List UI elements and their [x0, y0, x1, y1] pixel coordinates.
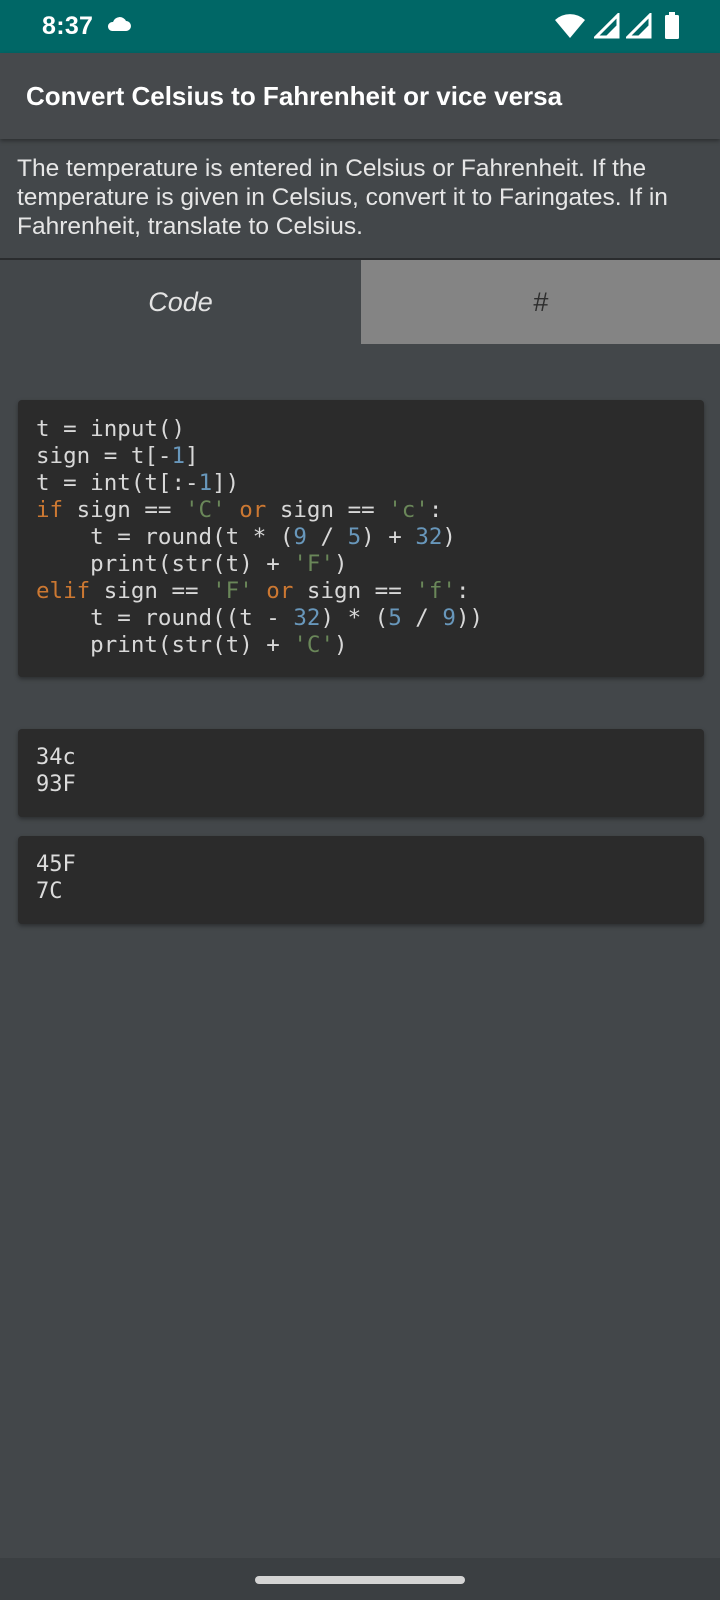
cloud-icon	[107, 17, 131, 31]
code-line: print(str(t) + 'F')	[36, 551, 348, 577]
example-output: 93F	[36, 772, 76, 797]
wifi-icon	[555, 14, 585, 38]
tab-code[interactable]: Code	[0, 260, 361, 344]
page-title: Convert Celsius to Fahrenheit or vice ve…	[26, 81, 563, 111]
code-line: t = round(t * (9 / 5) + 32)	[36, 524, 456, 550]
tab-hash[interactable]: #	[361, 260, 720, 344]
task-description: The temperature is entered in Celsius or…	[17, 155, 668, 240]
navigation-bar	[0, 1558, 720, 1600]
example-input: 45F	[36, 852, 76, 877]
code-line: print(str(t) + 'C')	[36, 632, 348, 658]
battery-icon	[665, 12, 679, 39]
code-line: if sign == 'C' or sign == 'c':	[36, 497, 443, 523]
code-text: t = input() sign = t[-1] t = int(t[:-1])…	[36, 416, 483, 659]
app-bar: Convert Celsius to Fahrenheit or vice ve…	[0, 53, 720, 139]
code-block: t = input() sign = t[-1] t = int(t[:-1])…	[18, 400, 704, 677]
signal-icon	[626, 13, 652, 39]
example-card: 45F 7C	[18, 836, 704, 924]
code-line: elif sign == 'F' or sign == 'f':	[36, 578, 470, 604]
example-input: 34c	[36, 745, 76, 770]
code-line: t = round((t - 32) * (5 / 9))	[36, 605, 484, 631]
status-time: 8:37	[42, 12, 94, 40]
home-handle[interactable]	[255, 1576, 465, 1584]
example-output: 7C	[36, 879, 63, 904]
code-line: sign = t[-1]	[36, 443, 199, 469]
signal-icon	[594, 13, 620, 39]
code-line: t = input()	[36, 416, 186, 442]
status-bar: 8:37	[0, 0, 720, 53]
code-line: t = int(t[:-1])	[36, 470, 240, 496]
example-card: 34c 93F	[18, 729, 704, 817]
